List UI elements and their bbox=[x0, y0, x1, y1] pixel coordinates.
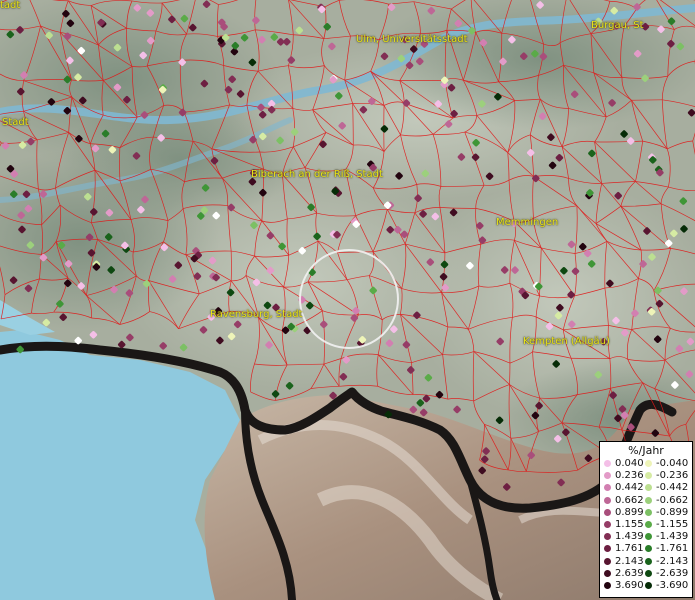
legend-swatch bbox=[645, 545, 652, 553]
legend-row: 0.442 -0.442 bbox=[600, 482, 692, 493]
legend-value: 0.442 bbox=[615, 482, 644, 494]
legend-row: 3.690 -3.690 bbox=[600, 580, 692, 591]
legend-swatch bbox=[645, 521, 652, 528]
legend-value: -1.439 bbox=[656, 531, 689, 543]
place-label-memmingen: Memmingen bbox=[496, 217, 559, 228]
legend-value: -1.155 bbox=[656, 519, 689, 530]
place-label-kempten: Kempten (Allgäu) bbox=[523, 336, 610, 347]
legend-row: 0.899 -0.899 bbox=[600, 507, 692, 518]
legend-swatch bbox=[645, 533, 652, 541]
legend-row: 2.639 -2.639 bbox=[600, 568, 692, 579]
legend-value: -0.236 bbox=[656, 470, 689, 482]
legend-value: 0.040 bbox=[615, 458, 644, 469]
legend-swatch bbox=[645, 460, 652, 467]
legend-value: -0.040 bbox=[656, 458, 689, 469]
legend-swatch bbox=[604, 484, 611, 492]
legend-row: 0.236 -0.236 bbox=[600, 470, 692, 481]
legend-value: 0.899 bbox=[615, 506, 644, 518]
legend-value: 1.439 bbox=[615, 531, 644, 543]
legend-value: 0.236 bbox=[615, 470, 644, 482]
legend-swatch bbox=[645, 582, 652, 589]
legend-row: 0.040 -0.040 bbox=[600, 458, 692, 469]
legend-swatch bbox=[645, 508, 652, 516]
terrain-layer bbox=[0, 0, 695, 600]
place-label-ulm: Ulm, Universitätsstadt bbox=[356, 34, 468, 45]
legend-swatch bbox=[604, 545, 611, 553]
place-label-biberach: Biberach an der Riß, Stadt bbox=[251, 169, 383, 180]
legend-swatch bbox=[604, 460, 611, 467]
legend-swatch bbox=[604, 533, 611, 541]
legend-swatch bbox=[604, 569, 611, 577]
legend-value: 1.761 bbox=[615, 543, 644, 555]
place-label-cut: tadt bbox=[0, 0, 21, 11]
legend-value: 3.690 bbox=[615, 580, 644, 591]
legend-value: 1.155 bbox=[615, 519, 644, 530]
legend-swatch bbox=[645, 557, 652, 565]
legend-value: 0.662 bbox=[615, 494, 644, 506]
place-label-stadt: Stadt bbox=[2, 117, 29, 128]
place-label-burgau: Burgau, St bbox=[591, 20, 644, 31]
legend-value: -0.442 bbox=[656, 482, 689, 494]
legend-row: 0.662 -0.662 bbox=[600, 495, 692, 506]
legend-swatch bbox=[645, 569, 652, 577]
map-view[interactable]: Ulm, Universitätsstadt Burgau, St Stadt … bbox=[0, 0, 695, 600]
legend-value: 2.143 bbox=[615, 555, 644, 567]
legend-value: -2.143 bbox=[656, 555, 689, 567]
legend-row: 2.143 -2.143 bbox=[600, 556, 692, 567]
legend-swatch bbox=[604, 582, 611, 589]
legend-row: 1.761 -1.761 bbox=[600, 543, 692, 554]
legend-value: -2.639 bbox=[656, 567, 689, 579]
legend-value: -0.662 bbox=[656, 494, 689, 506]
legend-swatch bbox=[604, 496, 611, 504]
legend-value: 2.639 bbox=[615, 567, 644, 579]
legend-row: 1.155 -1.155 bbox=[600, 519, 692, 530]
legend-swatch bbox=[604, 521, 611, 528]
legend-swatch bbox=[645, 484, 652, 492]
legend-row: 1.439 -1.439 bbox=[600, 531, 692, 542]
legend-value: -1.761 bbox=[656, 543, 689, 555]
legend-swatch bbox=[604, 508, 611, 516]
legend-title: %/Jahr bbox=[628, 444, 664, 457]
legend-value: -3.690 bbox=[656, 580, 689, 591]
place-label-ravensburg: Ravensburg, Stadt bbox=[210, 309, 303, 320]
legend-swatch bbox=[645, 496, 652, 504]
legend: %/Jahr 0.040 -0.040 0.236 -0.236 0.442 -0.442… bbox=[599, 441, 693, 598]
legend-value: -0.899 bbox=[656, 506, 689, 518]
legend-swatch bbox=[604, 472, 611, 480]
legend-swatch bbox=[645, 472, 652, 480]
legend-swatch bbox=[604, 557, 611, 565]
